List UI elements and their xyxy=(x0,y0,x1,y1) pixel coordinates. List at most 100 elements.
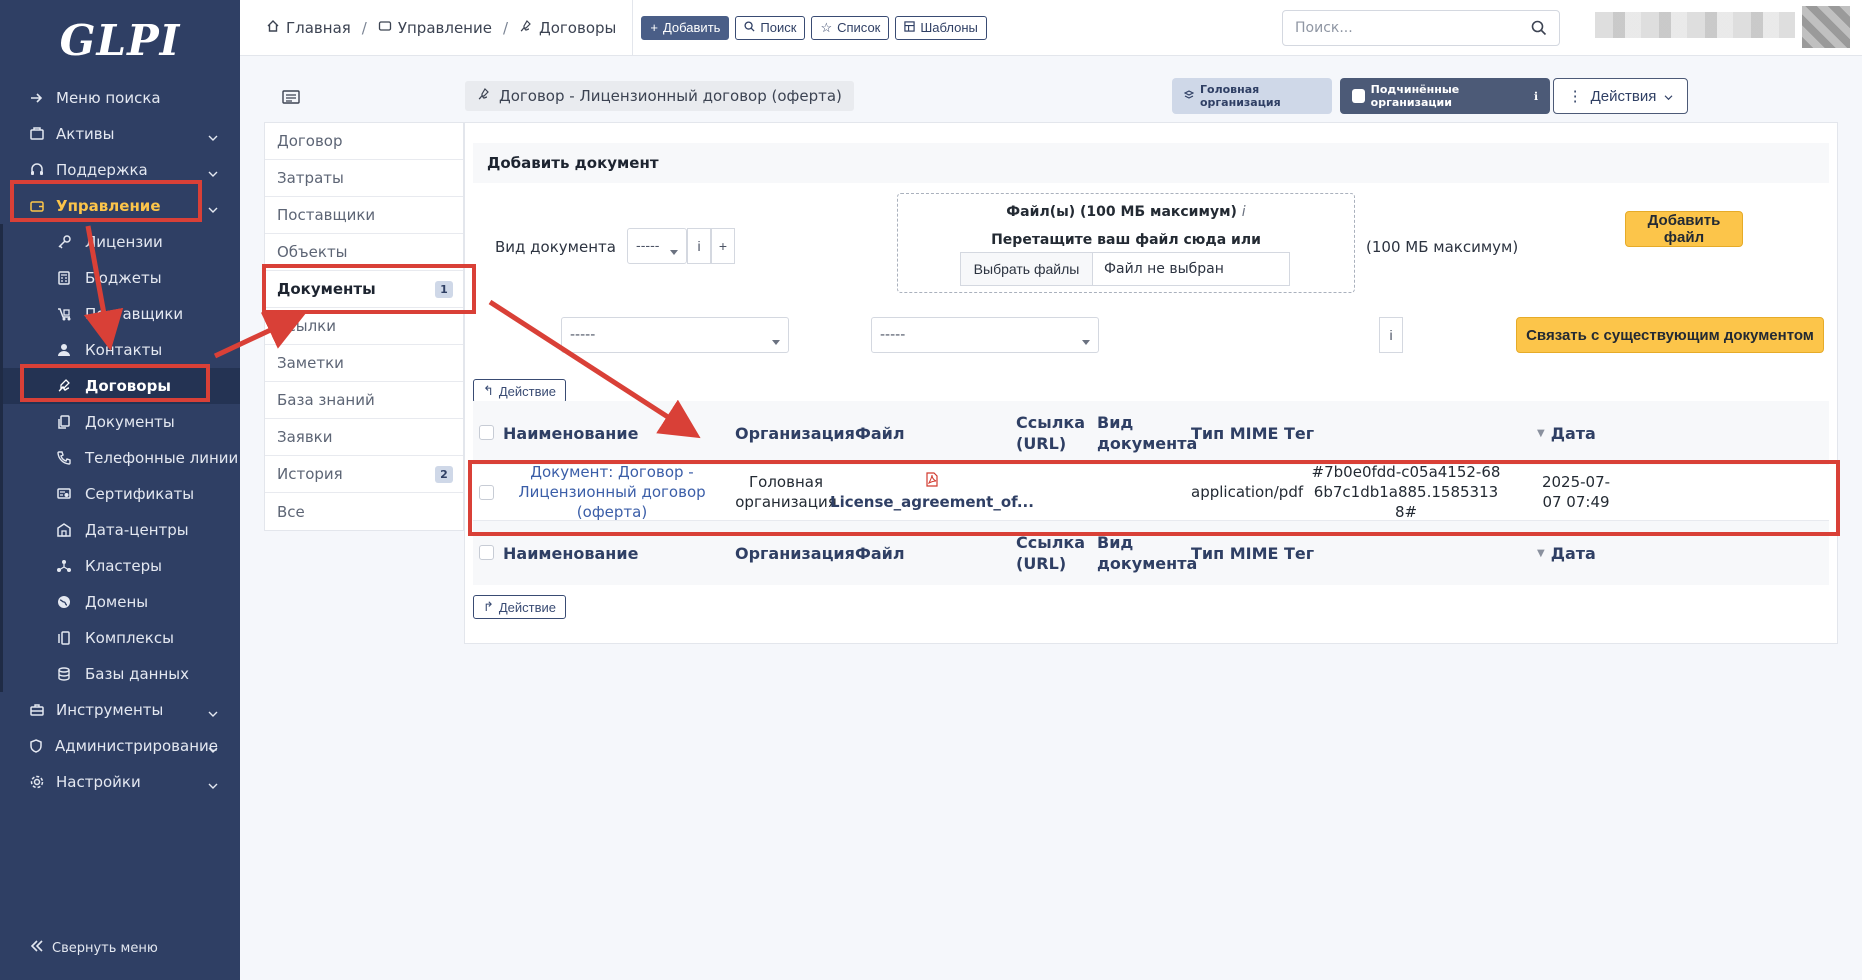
entity-subs-toggle[interactable]: Подчинённые организации ℹ xyxy=(1340,78,1550,114)
entity-head-badge[interactable]: Головная организация xyxy=(1172,78,1332,114)
tab-history[interactable]: История 2 xyxy=(265,456,463,493)
sidebar-item-clusters[interactable]: Кластеры xyxy=(3,548,240,584)
tab-links[interactable]: Ссылки xyxy=(265,308,463,345)
tab-items[interactable]: Объекты xyxy=(265,234,463,271)
sidebar-item-certificates[interactable]: Сертификаты xyxy=(3,476,240,512)
sidebar-item-settings[interactable]: Настройки xyxy=(0,764,240,800)
glpi-logo[interactable]: GLPI xyxy=(0,0,240,80)
col-tag[interactable]: Тег xyxy=(1284,521,1314,585)
col-doc-type[interactable]: Вид документа xyxy=(1097,521,1197,585)
col-file[interactable]: Файл xyxy=(855,401,905,465)
dropzone-title-text: Файл(ы) (100 МБ максимум) xyxy=(1006,204,1237,220)
row-checkbox[interactable] xyxy=(479,485,494,500)
breadcrumb-home[interactable]: Главная xyxy=(266,19,351,37)
tab-contract[interactable]: Договор xyxy=(265,123,463,160)
tab-tickets[interactable]: Заявки xyxy=(265,419,463,456)
sidebar-item-licenses[interactable]: Лицензии xyxy=(3,224,240,260)
col-doc-type[interactable]: Вид документа xyxy=(1097,401,1197,465)
sidebar-item-appliances[interactable]: Комплексы xyxy=(3,620,240,656)
collapse-menu-button[interactable]: Свернуть меню xyxy=(30,940,158,956)
info-icon: i xyxy=(1389,327,1393,343)
select-all-checkbox[interactable] xyxy=(479,545,494,560)
doc-type-add-button[interactable]: + xyxy=(711,228,735,264)
link-info-button[interactable]: i xyxy=(1379,317,1403,353)
file-download-link[interactable]: License_agreement_of... xyxy=(830,492,1034,512)
breadcrumb-contracts[interactable]: Договоры xyxy=(519,19,616,37)
date-value: 2025-07-07 07:49 xyxy=(1541,473,1611,511)
sidebar-item-suppliers[interactable]: Поставщики xyxy=(3,296,240,332)
search-input[interactable] xyxy=(1295,20,1515,36)
add-file-button[interactable]: Добавить файл xyxy=(1625,211,1743,247)
templates-button[interactable]: Шаблоны xyxy=(895,15,987,40)
col-entity[interactable]: Организация xyxy=(735,401,855,465)
sidebar-item-search-menu[interactable]: Меню поиска xyxy=(0,80,240,116)
home-icon xyxy=(266,19,280,37)
doc-type-info-button[interactable]: i xyxy=(687,228,711,264)
col-file[interactable]: Файл xyxy=(855,521,905,585)
mass-action-button-bottom[interactable]: ↱ Действие xyxy=(473,595,566,619)
list-view-icon[interactable] xyxy=(282,90,300,108)
tab-costs[interactable]: Затраты xyxy=(265,160,463,197)
cell-date: 2025-07-07 07:49 xyxy=(1537,463,1615,521)
sidebar-item-management[interactable]: Управление xyxy=(0,188,240,224)
sidebar-item-documents[interactable]: Документы xyxy=(3,404,240,440)
doc-type-label: Вид документа xyxy=(495,238,616,256)
existing-document-select[interactable]: ----- xyxy=(871,317,1099,353)
select-all-checkbox[interactable] xyxy=(479,425,494,440)
col-name[interactable]: Наименование xyxy=(503,521,638,585)
sidebar-item-contacts[interactable]: Контакты xyxy=(3,332,240,368)
sidebar-item-support[interactable]: Поддержка xyxy=(0,152,240,188)
col-tag[interactable]: Тег xyxy=(1284,401,1314,465)
link-existing-document-button[interactable]: Связать с существующим документом xyxy=(1516,317,1824,353)
tab-label: Затраты xyxy=(277,169,344,187)
sidebar-item-domains[interactable]: Домены xyxy=(3,584,240,620)
col-date[interactable]: ▼ Дата xyxy=(1537,521,1596,585)
add-button-label: Добавить xyxy=(662,20,721,35)
sidebar-item-tools[interactable]: Инструменты xyxy=(0,692,240,728)
dropzone-hint: Перетащите ваш файл сюда или xyxy=(991,232,1261,248)
info-icon: ℹ xyxy=(1533,89,1538,103)
search-button-label: Поиск xyxy=(760,20,797,35)
search-icon[interactable] xyxy=(1531,20,1547,40)
col-name[interactable]: Наименование xyxy=(503,401,638,465)
sidebar-item-label: Кластеры xyxy=(85,557,163,575)
sidebar-item-budgets[interactable]: Бюджеты xyxy=(3,260,240,296)
chevron-down-icon xyxy=(208,200,218,218)
sidebar-item-administration[interactable]: Администрирование xyxy=(0,728,240,764)
subentities-checkbox[interactable] xyxy=(1352,89,1365,103)
table-footer-header: Наименование Организация Файл Ссылка (UR… xyxy=(473,521,1829,585)
tab-all[interactable]: Все xyxy=(265,493,463,530)
col-date[interactable]: ▼ Дата xyxy=(1537,401,1596,465)
document-link[interactable]: Документ: Договор - Лицензионный договор… xyxy=(503,462,721,522)
tab-suppliers[interactable]: Поставщики xyxy=(265,197,463,234)
col-label: Файл xyxy=(855,543,905,563)
sidebar-item-databases[interactable]: Базы данных xyxy=(3,656,240,692)
table-row[interactable]: Документ: Договор - Лицензионный договор… xyxy=(473,463,1829,521)
list-button[interactable]: ☆ Список xyxy=(811,15,890,40)
col-mime[interactable]: Тип MIME xyxy=(1191,401,1278,465)
col-url[interactable]: Ссылка (URL) xyxy=(1016,521,1086,585)
choose-files-button[interactable]: Выбрать файлы xyxy=(960,252,1093,286)
doc-type-select[interactable]: ----- xyxy=(627,228,687,264)
tab-notes[interactable]: Заметки xyxy=(265,345,463,382)
mass-action-button-top[interactable]: ↰ Действие xyxy=(473,379,566,403)
col-label: Вид документа xyxy=(1097,533,1198,573)
tab-documents[interactable]: Документы 1 xyxy=(265,271,463,308)
document-category-select[interactable]: ----- xyxy=(561,317,789,353)
col-url[interactable]: Ссылка (URL) xyxy=(1016,401,1086,465)
search-button[interactable]: Поиск xyxy=(735,15,806,40)
avatar[interactable] xyxy=(1802,6,1850,48)
file-dropzone[interactable]: Файл(ы) (100 МБ максимум) i Перетащите в… xyxy=(897,193,1355,293)
layers-icon xyxy=(1183,89,1195,103)
sidebar-item-phone-lines[interactable]: Телефонные линии xyxy=(3,440,240,476)
breadcrumb-separator: / xyxy=(502,18,509,37)
breadcrumb-management[interactable]: Управление xyxy=(378,19,492,37)
col-entity[interactable]: Организация xyxy=(735,521,855,585)
add-button[interactable]: + Добавить xyxy=(641,15,730,40)
sidebar-item-assets[interactable]: Активы xyxy=(0,116,240,152)
tab-knowledge-base[interactable]: База знаний xyxy=(265,382,463,419)
actions-dropdown[interactable]: ⋮ Действия xyxy=(1553,78,1688,114)
sidebar-item-contracts[interactable]: Договоры xyxy=(3,368,240,404)
sidebar-item-datacenters[interactable]: Дата-центры xyxy=(3,512,240,548)
col-mime[interactable]: Тип MIME xyxy=(1191,521,1278,585)
